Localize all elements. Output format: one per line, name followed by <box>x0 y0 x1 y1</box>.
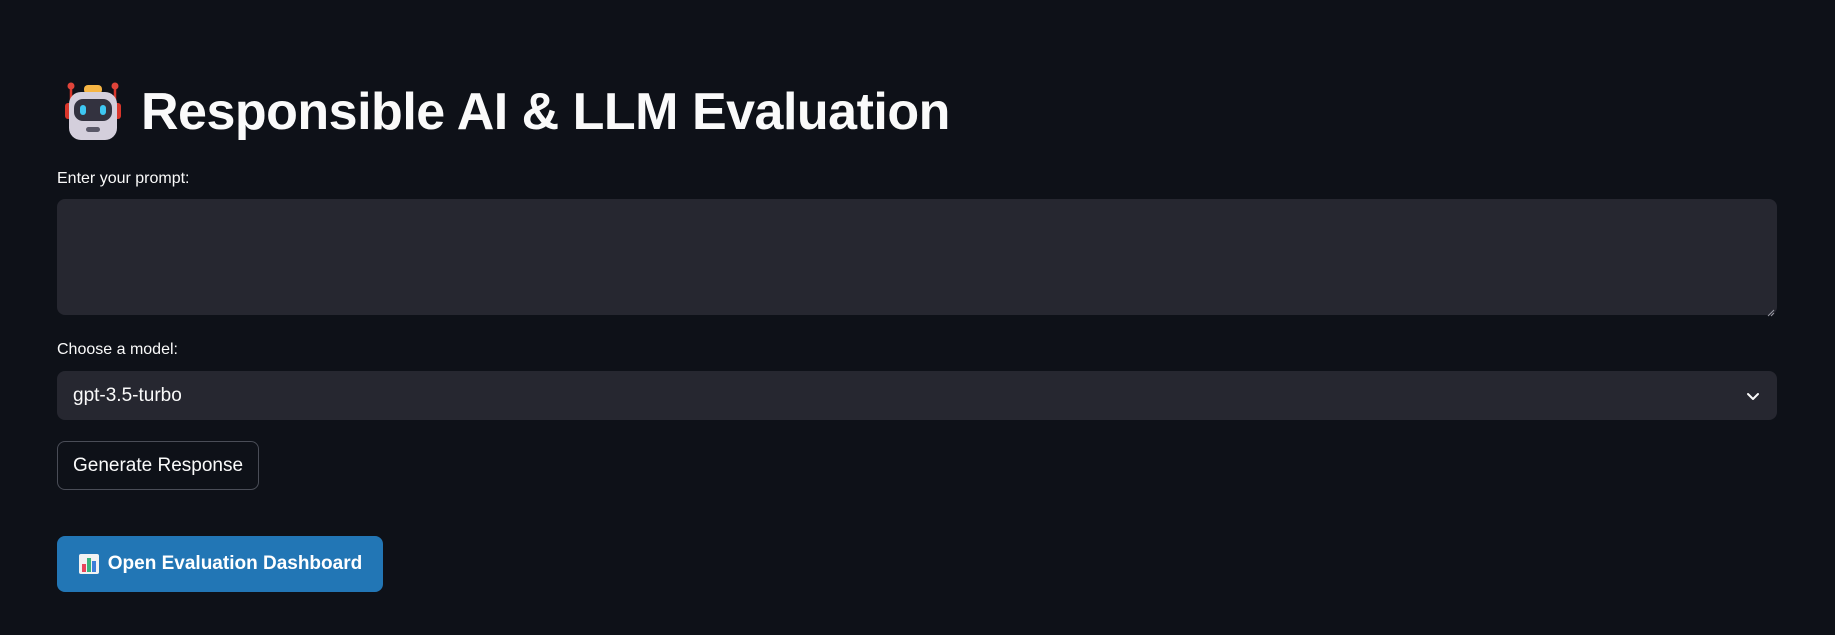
robot-icon <box>63 81 123 143</box>
model-select[interactable]: gpt-3.5-turbo <box>57 371 1777 420</box>
model-selected-value: gpt-3.5-turbo <box>73 384 182 406</box>
chevron-down-icon[interactable] <box>1745 388 1761 404</box>
title-row: Responsible AI & LLM Evaluation <box>63 76 950 148</box>
open-dashboard-button[interactable]: Open Evaluation Dashboard <box>57 536 383 592</box>
open-dashboard-label: Open Evaluation Dashboard <box>107 553 363 574</box>
page-title: Responsible AI & LLM Evaluation <box>141 83 950 141</box>
app-page: Responsible AI & LLM Evaluation Enter yo… <box>0 0 1835 635</box>
bar-chart-icon <box>78 553 100 575</box>
resize-handle-icon[interactable] <box>1767 304 1775 317</box>
generate-response-button[interactable]: Generate Response <box>57 441 260 490</box>
prompt-label: Enter your prompt: <box>57 170 190 187</box>
prompt-input[interactable] <box>57 199 1777 315</box>
model-label: Choose a model: <box>57 341 178 358</box>
